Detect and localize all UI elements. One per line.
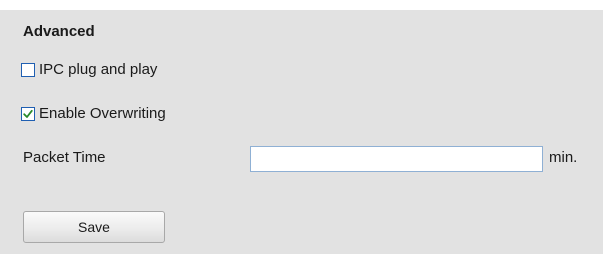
enable-overwriting-label: Enable Overwriting xyxy=(39,105,166,122)
enable-overwriting-option[interactable]: Enable Overwriting xyxy=(21,104,166,124)
packet-time-input[interactable] xyxy=(250,146,543,172)
packet-time-label: Packet Time xyxy=(23,149,106,166)
checkmark-icon xyxy=(23,109,33,118)
save-button[interactable]: Save xyxy=(23,211,165,243)
section-title: Advanced xyxy=(23,23,95,40)
packet-time-unit: min. xyxy=(549,149,578,166)
advanced-settings-panel: Advanced IPC plug and play Enable Overwr… xyxy=(0,10,603,254)
enable-overwriting-checkbox[interactable] xyxy=(21,107,35,121)
ipc-plug-and-play-option[interactable]: IPC plug and play xyxy=(21,60,157,80)
ipc-plug-and-play-checkbox[interactable] xyxy=(21,63,35,77)
ipc-plug-and-play-label: IPC plug and play xyxy=(39,61,158,78)
